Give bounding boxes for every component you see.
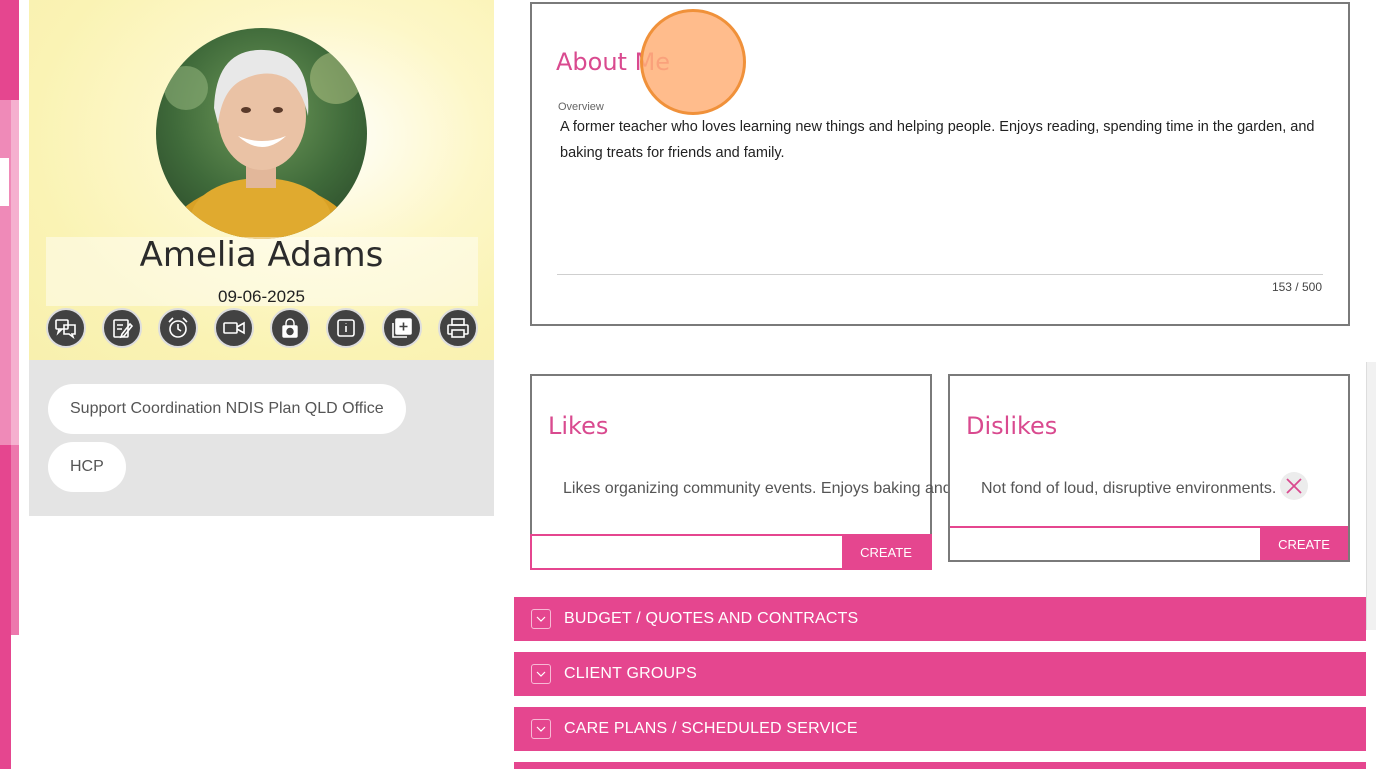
likes-input[interactable]	[532, 536, 842, 568]
likes-create-button[interactable]: CREATE	[842, 536, 930, 568]
tag-chip[interactable]: HCP	[48, 442, 126, 492]
tag-chip[interactable]: Support Coordination NDIS Plan QLD Offic…	[48, 384, 406, 434]
overview-textarea[interactable]: A former teacher who loves learning new …	[560, 114, 1320, 166]
lock-refresh-icon[interactable]	[270, 308, 310, 348]
close-icon[interactable]	[1280, 472, 1308, 500]
chevron-down-icon	[531, 609, 551, 629]
alarm-clock-icon[interactable]	[158, 308, 198, 348]
dislikes-input[interactable]	[950, 528, 1260, 560]
dislikes-card: Dislikes Not fond of loud, disruptive en…	[948, 374, 1350, 562]
likes-card: Likes Likes organizing community events.…	[530, 374, 968, 570]
profile-card: Amelia Adams 09-06-2025	[29, 0, 494, 360]
character-counter: 153 / 500	[1271, 280, 1322, 294]
section-budget[interactable]: BUDGET / QUOTES AND CONTRACTS	[514, 597, 1366, 641]
likes-create-row: CREATE	[530, 534, 932, 570]
section-label: CARE PLANS / SCHEDULED SERVICE	[564, 720, 858, 737]
add-document-icon[interactable]	[382, 308, 422, 348]
client-date: 09-06-2025	[218, 287, 305, 306]
section-label: BUDGET / QUOTES AND CONTRACTS	[564, 610, 859, 627]
left-nav-strip	[0, 0, 20, 769]
edit-note-icon[interactable]	[102, 308, 142, 348]
section-next[interactable]	[514, 762, 1366, 769]
profile-actions	[46, 308, 478, 348]
chevron-down-icon	[531, 719, 551, 739]
section-care-plans[interactable]: CARE PLANS / SCHEDULED SERVICE	[514, 707, 1366, 751]
chevron-down-icon	[531, 664, 551, 684]
avatar	[156, 28, 367, 239]
dislikes-title: Dislikes	[966, 412, 1058, 440]
chat-icon[interactable]	[46, 308, 86, 348]
printer-icon[interactable]	[438, 308, 478, 348]
info-icon[interactable]	[326, 308, 366, 348]
scrollbar[interactable]	[1366, 362, 1376, 630]
section-client-groups[interactable]: CLIENT GROUPS	[514, 652, 1366, 696]
video-camera-icon[interactable]	[214, 308, 254, 348]
dislikes-create-button[interactable]: CREATE	[1260, 528, 1348, 560]
client-profile-page: Amelia Adams 09-06-2025 Support Coordina…	[0, 0, 1376, 769]
client-name: Amelia Adams	[139, 235, 384, 275]
overview-label: Overview	[558, 101, 604, 113]
dislikes-item: Not fond of loud, disruptive environment…	[981, 480, 1277, 497]
dislikes-create-row: CREATE	[950, 526, 1348, 560]
divider	[557, 274, 1323, 275]
section-label: CLIENT GROUPS	[564, 665, 697, 682]
tags-panel: Support Coordination NDIS Plan QLD Offic…	[29, 360, 494, 516]
likes-item: Likes organizing community events. Enjoy…	[563, 480, 968, 497]
likes-title: Likes	[548, 412, 609, 440]
click-indicator	[640, 9, 746, 115]
